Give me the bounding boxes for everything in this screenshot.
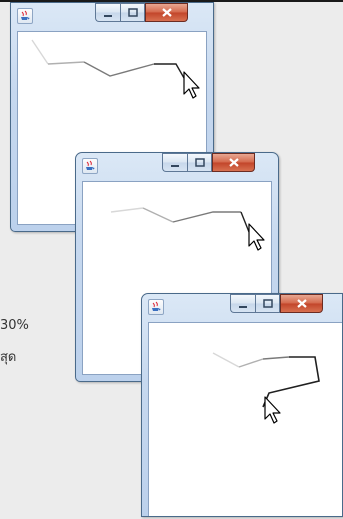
maximize-button[interactable]	[187, 153, 212, 172]
trail-segment-3	[83, 61, 155, 77]
arrow-cursor-icon	[248, 223, 265, 251]
trail-segment-3	[262, 356, 290, 360]
minimize-button[interactable]	[95, 3, 120, 22]
close-button[interactable]	[212, 153, 255, 172]
maximize-button[interactable]	[255, 294, 280, 313]
minimize-button[interactable]	[162, 153, 187, 172]
partial-percent-text: 30%	[0, 318, 29, 333]
title-bar[interactable]	[142, 294, 342, 322]
title-bar[interactable]	[11, 3, 213, 31]
close-button[interactable]	[280, 294, 323, 313]
trail-segment-2	[238, 358, 264, 368]
close-icon	[297, 299, 307, 308]
drawing-canvas[interactable]	[148, 322, 342, 516]
trail-segment-1	[212, 352, 240, 368]
trail-segment-4	[262, 356, 320, 408]
trail-segment-2	[142, 207, 174, 223]
java-cup-icon[interactable]	[148, 299, 164, 315]
maximize-icon	[195, 158, 205, 167]
trail-segment-3	[172, 211, 241, 223]
trail-segment-1	[31, 39, 49, 65]
maximize-icon	[263, 299, 273, 308]
title-bar[interactable]	[76, 153, 278, 181]
trail-segment-4	[240, 211, 250, 233]
close-button[interactable]	[145, 3, 188, 22]
minimize-icon	[104, 15, 112, 17]
trail-segment-4	[154, 63, 185, 79]
minimize-icon	[171, 165, 179, 167]
window-controls	[230, 294, 323, 313]
partial-thai-text: สุด	[0, 350, 17, 365]
arrow-cursor-icon	[183, 71, 200, 99]
maximize-icon	[128, 8, 138, 17]
arrow-cursor-icon	[264, 396, 281, 424]
java-cup-icon[interactable]	[82, 158, 98, 174]
app-window-3[interactable]	[141, 293, 343, 517]
close-icon	[229, 158, 239, 167]
minimize-icon	[239, 306, 247, 308]
java-cup-icon[interactable]	[17, 8, 33, 24]
window-controls	[95, 3, 188, 22]
close-icon	[162, 8, 172, 17]
minimize-button[interactable]	[230, 294, 255, 313]
maximize-button[interactable]	[120, 3, 145, 22]
window-controls	[162, 153, 255, 172]
trail-segment-2	[47, 61, 85, 65]
trail-segment-1	[110, 207, 144, 213]
